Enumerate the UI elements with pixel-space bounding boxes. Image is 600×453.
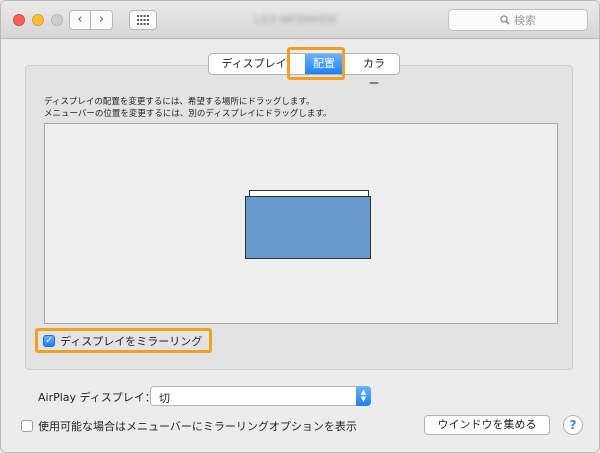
- chevron-left-icon: ‹: [77, 12, 83, 27]
- main-display-front[interactable]: [245, 196, 371, 259]
- titlebar: ‹ › LG3 WFDHHDE 検索: [1, 1, 599, 39]
- search-icon: [500, 15, 510, 25]
- show-mirroring-options-label: 使用可能な場合はメニューバーにミラーリングオプションを表示: [38, 420, 357, 433]
- instruction-line-1: ディスプレイの配置を変更するには、希望する場所にドラッグします。: [44, 97, 315, 107]
- airplay-display-select[interactable]: 切 ▲ ▼: [150, 386, 371, 406]
- instruction-line-2: メニューバーの位置を変更するには、別のディスプレイにドラッグします。: [44, 109, 332, 119]
- airplay-display-label: AirPlay ディスプレイ：: [38, 391, 156, 404]
- help-button[interactable]: ?: [563, 415, 583, 435]
- tab-highlight-frame: [287, 47, 345, 80]
- show-mirroring-options-checkbox[interactable]: [21, 420, 33, 432]
- minimize-window-button[interactable]: [32, 14, 44, 26]
- checkmark-icon: ✓: [45, 336, 53, 346]
- mirror-displays-checkbox[interactable]: ✓: [43, 335, 55, 347]
- zoom-window-button[interactable]: [51, 14, 63, 26]
- gather-windows-button[interactable]: ウインドウを集める: [424, 415, 550, 435]
- window-title: LG3 WFDHHDE: [254, 13, 338, 26]
- chevron-right-icon: ›: [98, 12, 105, 27]
- search-field[interactable]: 検索: [448, 9, 588, 31]
- search-placeholder: 検索: [514, 14, 536, 27]
- forward-button[interactable]: ›: [91, 10, 113, 30]
- system-preferences-window: ‹ › LG3 WFDHHDE 検索 ディスプレイ 配置 カラー ディスプレイの…: [0, 0, 600, 453]
- mirror-displays-option[interactable]: ✓ ディスプレイをミラーリング: [43, 333, 202, 349]
- arrangement-instructions: ディスプレイの配置を変更するには、希望する場所にドラッグします。 メニューバーの…: [44, 96, 331, 120]
- close-window-button[interactable]: [13, 14, 25, 26]
- mirror-displays-label: ディスプレイをミラーリング: [60, 335, 203, 348]
- select-arrows-icon: ▲ ▼: [356, 386, 371, 406]
- mirroring-options-row[interactable]: 使用可能な場合はメニューバーにミラーリングオプションを表示: [21, 418, 357, 434]
- tab-display[interactable]: ディスプレイ: [209, 54, 299, 74]
- grid-icon: [137, 15, 149, 25]
- show-all-button[interactable]: [129, 10, 157, 30]
- back-button[interactable]: ‹: [69, 10, 91, 30]
- tab-color[interactable]: カラー: [349, 54, 399, 90]
- airplay-selected-value: 切: [159, 392, 170, 405]
